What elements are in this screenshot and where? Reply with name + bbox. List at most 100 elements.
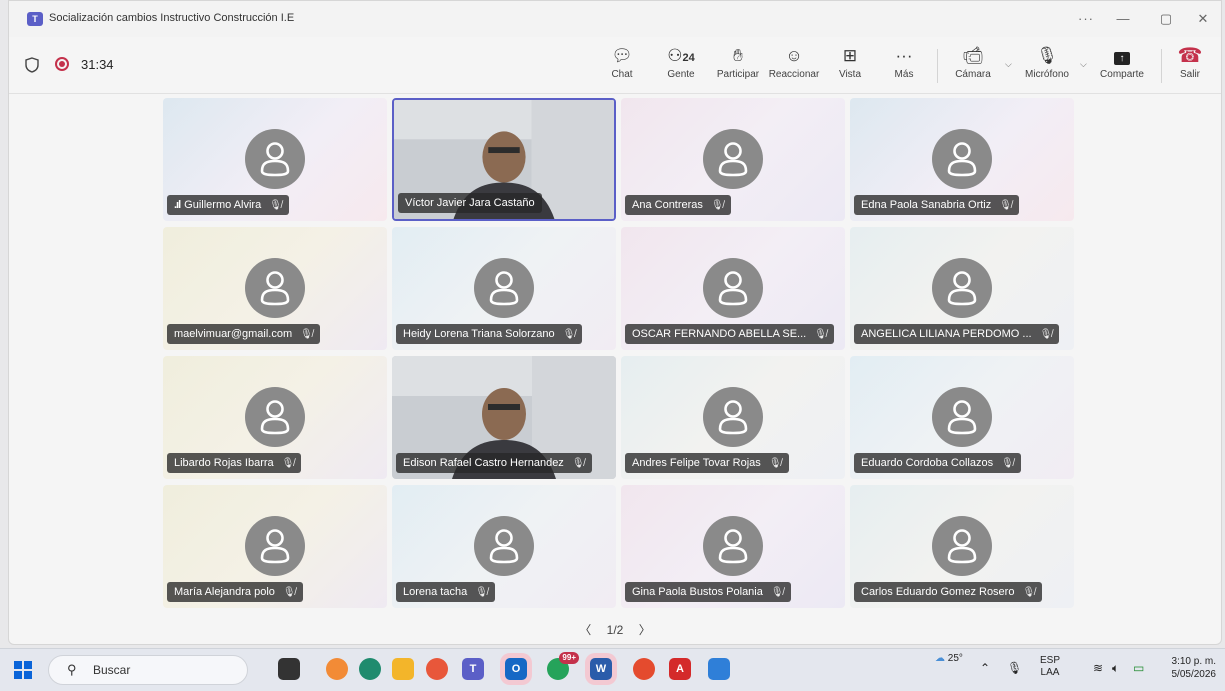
participant-tile[interactable]: Lorena tacha 🎙︎̸	[392, 485, 616, 608]
participant-tile[interactable]: Edna Paola Sanabria Ortiz 🎙︎̸	[850, 98, 1074, 221]
avatar	[245, 387, 305, 447]
person-icon	[260, 529, 290, 564]
mic-muted-icon: 🎙︎̸	[768, 458, 782, 469]
camera-options-chevron-icon[interactable]: ⌵	[1005, 59, 1012, 70]
hang-up-icon: ☎︎	[1177, 45, 1203, 67]
participant-name: Edna Paola Sanabria Ortiz	[861, 199, 992, 211]
participant-tile[interactable]: Carlos Eduardo Gomez Rosero 🎙︎̸	[850, 485, 1074, 608]
participant-tile[interactable]: Víctor Javier Jara Castaño	[392, 98, 616, 221]
outlook-icon[interactable]: O	[505, 658, 527, 680]
mic-off-icon: 🎙︎	[1036, 46, 1058, 65]
person-icon	[489, 271, 519, 306]
camera-off-icon: 📹︎	[962, 46, 984, 65]
participant-tile[interactable]: maelvimuar@gmail.com 🎙︎̸	[163, 227, 387, 350]
previous-page-chevron-icon[interactable]: 〈	[579, 623, 591, 637]
teams-taskbar-icon[interactable]: T	[462, 658, 484, 680]
participant-name: Ana Contreras	[632, 199, 703, 211]
maximize-button[interactable]: ▢	[1149, 8, 1183, 30]
chat-button[interactable]: 💬︎ Chat	[607, 45, 637, 80]
participant-name-tag: María Alejandra polo 🎙︎̸	[167, 582, 303, 602]
meeting-timer: 31:34	[81, 57, 114, 72]
task-view-icon[interactable]	[278, 658, 300, 680]
mic-muted-icon: 🎙︎̸	[999, 200, 1012, 211]
avatar	[703, 387, 763, 447]
react-button[interactable]: ☺ Reaccionar	[766, 45, 822, 80]
participant-name: Gina Paola Bustos Polania	[632, 586, 763, 598]
edge-icon[interactable]	[359, 658, 381, 680]
mic-muted-icon: 🎙︎̸	[562, 329, 576, 340]
mic-muted-icon: 🎙︎̸	[300, 329, 313, 340]
participant-name-tag: Ana Contreras 🎙︎̸	[625, 195, 731, 215]
participant-name: Heidy Lorena Triana Solorzano	[403, 328, 555, 340]
minimize-button[interactable]: —	[1106, 8, 1140, 30]
participant-tile[interactable]: Edison Rafael Castro Hernandez 🎙︎̸	[392, 356, 616, 479]
participant-name-tag: OSCAR FERNANDO ABELLA SE... 🎙︎̸	[625, 324, 834, 344]
photos-icon[interactable]	[708, 658, 730, 680]
mic-muted-icon: 🎙︎̸	[1039, 329, 1053, 340]
participant-name: María Alejandra polo	[174, 586, 275, 598]
acrobat-icon[interactable]: A	[669, 658, 691, 680]
leave-button[interactable]: ☎︎ Salir	[1175, 45, 1205, 80]
participant-tile[interactable]: Ana Contreras 🎙︎̸	[621, 98, 845, 221]
participant-name-tag: Carlos Eduardo Gomez Rosero 🎙︎̸	[854, 582, 1043, 602]
show-hidden-icons-chevron-icon[interactable]: ⌃	[980, 661, 990, 675]
mic-muted-icon: 🎙︎̸	[269, 200, 282, 211]
taskbar-search-input[interactable]: ⚲ Buscar	[48, 655, 248, 685]
weather-widget[interactable]: ☁ 25°	[935, 653, 963, 664]
share-button[interactable]: ↑ Comparte	[1097, 45, 1147, 80]
participant-name: ANGELICA LILIANA PERDOMO ...	[861, 328, 1032, 340]
more-options-button[interactable]: ···	[1069, 8, 1103, 30]
people-button[interactable]: ⚇24 Gente	[659, 45, 703, 80]
pagination: 〈 1/2 〉	[9, 621, 1221, 638]
next-page-chevron-icon[interactable]: 〉	[639, 623, 651, 637]
participant-name: Víctor Javier Jara Castaño	[405, 197, 535, 209]
raise-hand-button[interactable]: ✋︎ Participar	[712, 45, 764, 80]
firefox-icon[interactable]	[426, 658, 448, 680]
avatar	[703, 258, 763, 318]
language-indicator[interactable]: ESP LAA	[1040, 655, 1060, 679]
participant-tile[interactable]: Andres Felipe Tovar Rojas 🎙︎̸	[621, 356, 845, 479]
mic-muted-icon: 🎙︎̸	[710, 200, 724, 211]
participant-name: Guillermo Alvira	[184, 199, 262, 211]
copilot-icon[interactable]	[326, 658, 348, 680]
person-icon	[947, 529, 977, 564]
person-icon	[947, 400, 977, 435]
participant-tile[interactable]: ANGELICA LILIANA PERDOMO ... 🎙︎̸	[850, 227, 1074, 350]
view-button[interactable]: ⊞ Vista	[835, 45, 865, 80]
mic-button[interactable]: 🎙︎ Micrófono	[1019, 45, 1075, 80]
participant-tile[interactable]: OSCAR FERNANDO ABELLA SE... 🎙︎̸	[621, 227, 845, 350]
person-icon	[718, 400, 748, 435]
page-indicator: 1/2	[606, 623, 624, 637]
participant-name-tag: Andres Felipe Tovar Rojas 🎙︎̸	[625, 453, 789, 473]
windows-start-icon[interactable]	[14, 661, 32, 679]
avatar	[703, 129, 763, 189]
mic-options-chevron-icon[interactable]: ⌵	[1080, 59, 1087, 70]
person-icon	[489, 529, 519, 564]
participant-name: Edison Rafael Castro Hernandez	[403, 457, 564, 469]
chrome-icon[interactable]	[633, 658, 655, 680]
word-icon[interactable]: W	[590, 658, 612, 680]
close-button[interactable]: ✕	[1186, 8, 1220, 30]
participant-tile[interactable]: Libardo Rojas Ibarra 🎙︎̸	[163, 356, 387, 479]
participant-name-tag: Edna Paola Sanabria Ortiz 🎙︎̸	[854, 195, 1019, 215]
more-button[interactable]: ··· Más	[889, 45, 919, 80]
participant-tile[interactable]: Heidy Lorena Triana Solorzano 🎙︎̸	[392, 227, 616, 350]
participant-name-tag: Heidy Lorena Triana Solorzano 🎙︎̸	[396, 324, 583, 344]
volume-icon[interactable]: 🔈︎	[1112, 661, 1119, 676]
whatsapp-icon[interactable]: 99+	[547, 652, 579, 680]
participant-tile[interactable]: María Alejandra polo 🎙︎̸	[163, 485, 387, 608]
camera-button[interactable]: 📹︎ Cámara	[951, 45, 995, 80]
share-icon: ↑	[1114, 52, 1130, 65]
file-explorer-icon[interactable]	[392, 658, 414, 680]
participant-tile[interactable]: .ıl Guillermo Alvira 🎙︎̸	[163, 98, 387, 221]
avatar	[932, 258, 992, 318]
title-bar: T Socialización cambios Instructivo Cons…	[9, 1, 1221, 37]
battery-icon[interactable]: ▭	[1133, 661, 1144, 675]
grid-icon: ⊞	[842, 46, 858, 65]
clock[interactable]: 3:10 p. m. 5/05/2026	[1160, 655, 1217, 681]
participant-tile[interactable]: Gina Paola Bustos Polania 🎙︎̸	[621, 485, 845, 608]
participant-tile[interactable]: Eduardo Cordoba Collazos 🎙︎̸	[850, 356, 1074, 479]
wifi-icon[interactable]: ≋	[1093, 661, 1103, 675]
avatar	[932, 129, 992, 189]
tray-mic-muted-icon[interactable]: 🎙︎	[1007, 661, 1022, 675]
